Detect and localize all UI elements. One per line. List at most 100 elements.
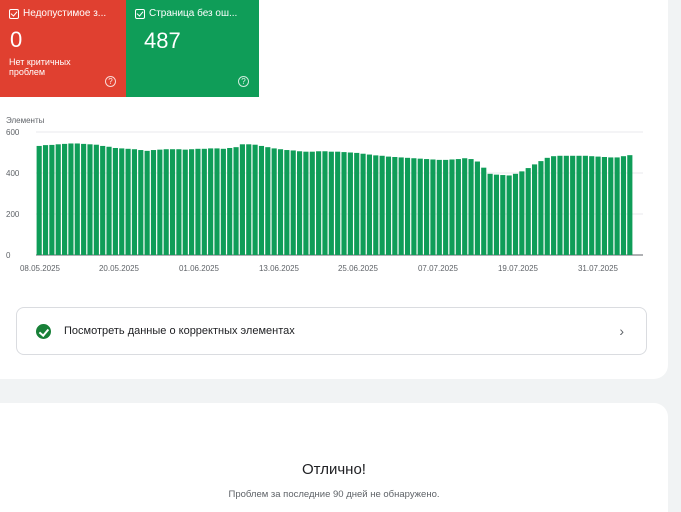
bar [316, 151, 322, 255]
y-tick-label: 400 [6, 169, 20, 178]
bar [227, 147, 233, 255]
bar [347, 152, 353, 255]
bar [68, 143, 74, 255]
y-tick-label: 600 [6, 128, 20, 137]
bar [322, 151, 328, 255]
bar [176, 149, 182, 255]
bar [512, 173, 519, 255]
tile-valid[interactable]: Страница без ош... 487 ? [126, 0, 259, 97]
bar [163, 149, 169, 255]
bar [443, 159, 449, 255]
chevron-right-icon: › [619, 323, 624, 339]
bar [169, 149, 176, 255]
bar [379, 155, 385, 255]
bar [500, 175, 506, 255]
bar [150, 150, 157, 255]
bar [233, 147, 239, 255]
tile-valid-label: Страница без ош... [149, 8, 238, 19]
bar [290, 150, 296, 255]
bar [220, 148, 226, 255]
tile-invalid-header: Недопустимое з... [9, 8, 106, 19]
bar [506, 175, 512, 255]
x-tick-label: 07.07.2025 [418, 264, 459, 273]
bar [252, 144, 258, 255]
bar [328, 151, 334, 255]
bar [277, 149, 284, 255]
bar [551, 156, 557, 255]
summary-card: Недопустимое з... 0 Нет критичных пробле… [0, 0, 668, 379]
status-title: Отлично! [302, 461, 366, 478]
bar [449, 159, 455, 255]
bar [531, 164, 538, 255]
bar [341, 152, 347, 255]
bar [385, 156, 392, 255]
bar [74, 143, 80, 255]
bar [366, 154, 373, 255]
bar [487, 173, 493, 255]
bar [182, 149, 188, 255]
bar [557, 155, 563, 255]
bar [42, 145, 49, 255]
bar [462, 158, 468, 255]
bar [106, 146, 112, 255]
x-tick-label: 25.06.2025 [338, 264, 379, 273]
x-tick-label: 19.07.2025 [498, 264, 539, 273]
view-valid-items-link[interactable]: Посмотреть данные о корректных элементах… [16, 307, 647, 355]
bar [144, 150, 150, 255]
bar [614, 157, 620, 255]
bar [195, 148, 201, 255]
bar [335, 151, 341, 255]
y-tick-label: 200 [6, 210, 20, 219]
bar [455, 159, 461, 255]
tile-invalid-subtitle: Нет критичных проблем [9, 57, 71, 77]
bar [55, 144, 61, 255]
checkbox-checked-icon[interactable] [9, 8, 19, 19]
bar [138, 150, 144, 255]
x-tick-label: 31.07.2025 [578, 264, 619, 273]
bar [608, 157, 614, 255]
tile-invalid[interactable]: Недопустимое з... 0 Нет критичных пробле… [0, 0, 126, 97]
bar [424, 159, 430, 255]
view-valid-items-label: Посмотреть данные о корректных элементах [64, 325, 295, 337]
bar [131, 149, 138, 255]
items-bar-chart: 0 200 400 600 08.05.2025 20.05.2025 01.06.2025… [6, 128, 643, 273]
x-tick-label: 13.06.2025 [259, 264, 300, 273]
bar [570, 155, 576, 255]
bar [309, 151, 315, 255]
checkbox-checked-icon[interactable] [135, 8, 145, 19]
bar [125, 148, 131, 255]
bar [576, 155, 582, 255]
bar [201, 148, 207, 255]
bar [119, 148, 125, 255]
bar [595, 156, 601, 255]
bar [411, 158, 417, 255]
bar [589, 156, 595, 255]
bar [303, 151, 309, 255]
bar [208, 148, 214, 255]
help-icon[interactable]: ? [105, 76, 116, 87]
bar [284, 150, 290, 255]
bar [582, 155, 588, 255]
check-circle-icon [36, 324, 51, 339]
bar [620, 156, 627, 255]
bar [417, 158, 423, 255]
bar [519, 171, 525, 255]
bar [214, 148, 220, 255]
bar [265, 147, 271, 255]
bar [49, 144, 55, 255]
help-icon[interactable]: ? [238, 76, 249, 87]
bar [354, 152, 360, 255]
bar [36, 145, 42, 255]
bar [481, 167, 487, 255]
bar [87, 144, 93, 255]
bar [100, 145, 106, 255]
bar [112, 147, 118, 255]
bar [62, 143, 68, 255]
bar [436, 159, 442, 255]
bar [246, 144, 252, 255]
bar [392, 157, 398, 255]
bar [373, 155, 379, 255]
bar [493, 174, 500, 255]
bar [296, 151, 303, 255]
bar [398, 157, 404, 255]
